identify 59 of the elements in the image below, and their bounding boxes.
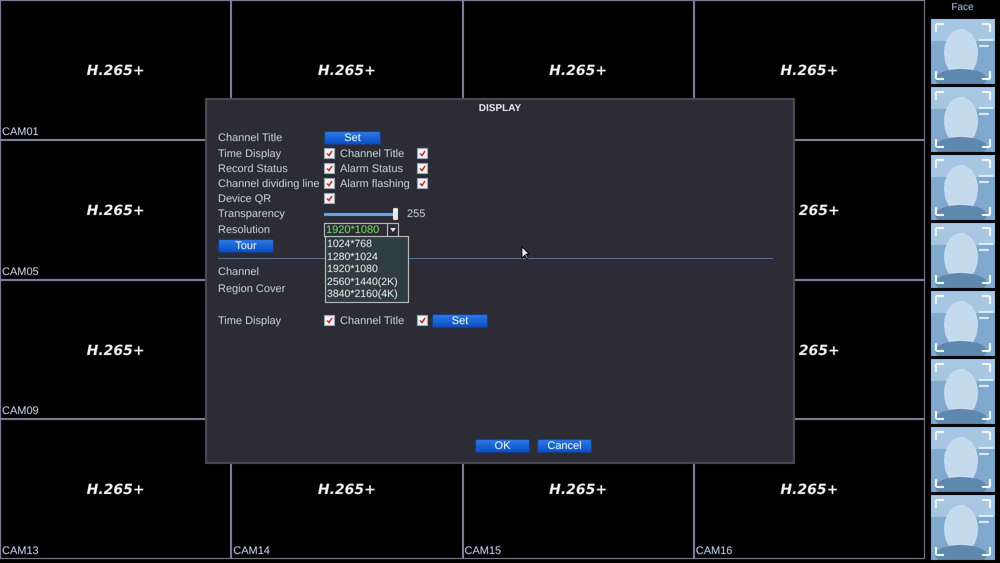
ok-button[interactable]: OK bbox=[475, 439, 530, 453]
camera-label: CAM05 bbox=[2, 266, 39, 278]
codec-watermark: H.265+ bbox=[318, 482, 376, 498]
dropdown-option[interactable]: 1024*768 bbox=[326, 238, 408, 250]
tour-button[interactable]: Tour bbox=[218, 239, 274, 253]
field-label: Time Display bbox=[218, 148, 282, 160]
field-label: Channel Title bbox=[340, 314, 406, 326]
transparency-slider[interactable] bbox=[324, 208, 400, 220]
cancel-button[interactable]: Cancel bbox=[537, 439, 592, 453]
camera-label: CAM13 bbox=[2, 545, 39, 557]
checkbox[interactable] bbox=[324, 178, 335, 189]
field-label: Alarm Status bbox=[340, 162, 404, 174]
field-label: Alarm flashing bbox=[340, 178, 411, 190]
camera-label: CAM16 bbox=[696, 545, 732, 557]
slider-thumb[interactable] bbox=[393, 208, 398, 220]
camera-label: CAM14 bbox=[233, 545, 270, 557]
field-label: Channel Title bbox=[218, 132, 284, 144]
camera-label: CAM09 bbox=[2, 405, 39, 418]
set-button[interactable]: Set bbox=[324, 130, 381, 144]
mouse-cursor-icon bbox=[521, 246, 530, 260]
field-label: Channel bbox=[218, 266, 260, 278]
checkbox[interactable] bbox=[324, 148, 335, 159]
field-label: Channel dividing line bbox=[218, 178, 321, 190]
checkbox[interactable] bbox=[417, 163, 428, 174]
codec-watermark: H.265+ bbox=[86, 202, 145, 219]
codec-watermark: H.265+ bbox=[549, 482, 608, 498]
dropdown-option[interactable]: 1920*1080 bbox=[326, 263, 408, 276]
field-label: Record Status bbox=[218, 162, 289, 174]
dropdown-option[interactable]: 3840*2160(4K) bbox=[326, 288, 408, 300]
dropdown-option[interactable]: 1280*1024 bbox=[326, 250, 408, 263]
codec-watermark: H.265+ bbox=[86, 63, 145, 79]
dialog-title: DISPLAY bbox=[478, 102, 522, 116]
codec-watermark: H.265+ bbox=[86, 342, 145, 358]
checkbox[interactable] bbox=[417, 315, 428, 326]
field-label: Transparency bbox=[218, 208, 286, 220]
checkbox[interactable] bbox=[324, 315, 335, 326]
codec-watermark: H.265+ bbox=[549, 63, 608, 79]
codec-watermark: H.265+ bbox=[318, 63, 376, 79]
field-label: Device QR bbox=[218, 192, 272, 204]
codec-watermark: H.265+ bbox=[780, 63, 838, 79]
camera-label: CAM01 bbox=[2, 126, 39, 138]
resolution-dropdown[interactable]: 1920*1080 bbox=[324, 222, 399, 236]
field-label: Time Display bbox=[218, 314, 282, 326]
panel-title: Face bbox=[951, 2, 974, 15]
camera-label: CAM15 bbox=[464, 545, 502, 557]
set-button[interactable]: Set bbox=[432, 314, 488, 328]
codec-watermark: H.265+ bbox=[86, 482, 145, 498]
codec-watermark: 265+ bbox=[798, 342, 840, 358]
field-label: Resolution bbox=[218, 224, 271, 236]
checkbox[interactable] bbox=[324, 163, 335, 174]
dropdown-option[interactable]: 2560*1440(2K) bbox=[326, 276, 408, 288]
checkbox[interactable] bbox=[324, 193, 335, 204]
checkbox[interactable] bbox=[417, 178, 428, 189]
codec-watermark: 265+ bbox=[798, 202, 840, 219]
field-label: Region Cover bbox=[218, 282, 286, 294]
field-label: Channel Title bbox=[340, 148, 406, 160]
codec-watermark: H.265+ bbox=[780, 482, 838, 498]
slider-reading: 255 bbox=[407, 208, 426, 220]
checkbox[interactable] bbox=[417, 148, 428, 159]
